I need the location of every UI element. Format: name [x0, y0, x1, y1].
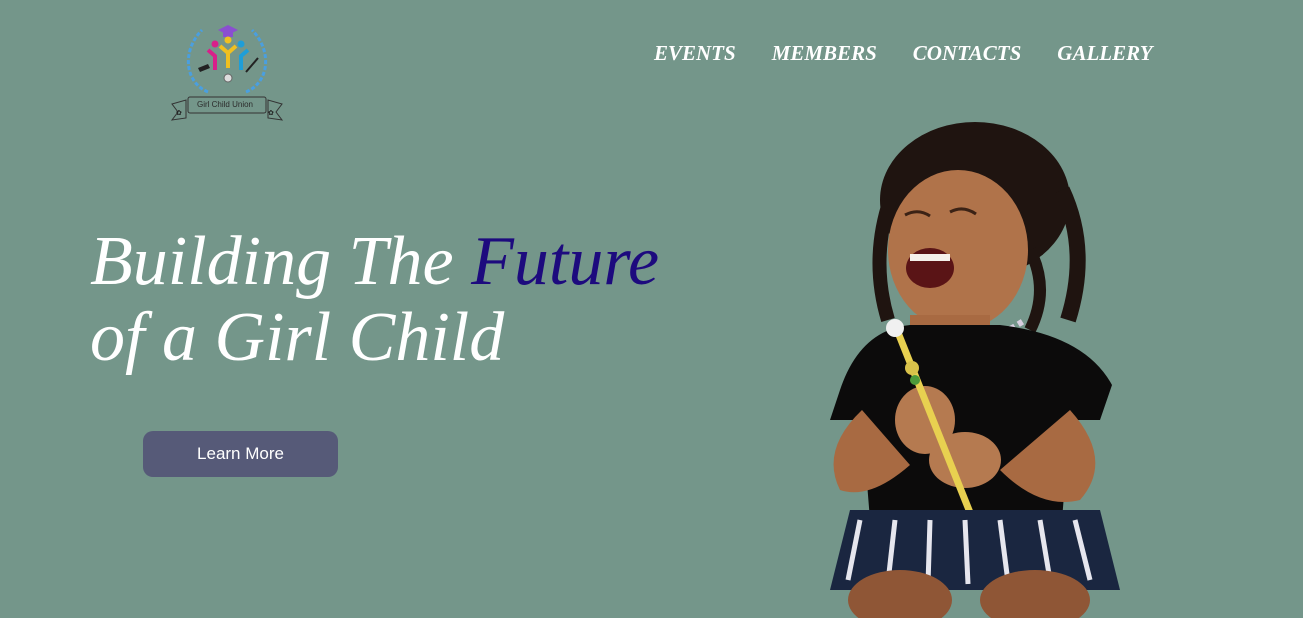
learn-more-button[interactable]: Learn More	[143, 431, 338, 477]
hero-title: Building The Future of a Girl Child	[90, 224, 710, 376]
logo-text: Girl Child Union	[196, 100, 254, 109]
nav-gallery-link[interactable]: GALLERY	[1057, 40, 1152, 66]
hero-girl-photo	[800, 120, 1130, 618]
hero-title-accent: Future	[471, 223, 660, 300]
svg-text:✿: ✿	[268, 109, 274, 117]
landing-page: ✿ ✿ Girl Child Union EVENTS MEMBERS CONT…	[0, 0, 1303, 618]
nav-contacts-link[interactable]: CONTACTS	[913, 40, 1022, 66]
nav-members-link[interactable]: MEMBERS	[772, 40, 877, 66]
hero-title-line2: of a Girl Child	[90, 299, 505, 376]
girl-child-union-logo[interactable]: ✿ ✿ Girl Child Union	[168, 20, 286, 124]
svg-text:✿: ✿	[176, 109, 182, 117]
hero-title-prefix: Building The	[90, 223, 472, 300]
nav-events-link[interactable]: EVENTS	[654, 40, 736, 66]
main-nav: EVENTS MEMBERS CONTACTS GALLERY	[654, 40, 1153, 66]
